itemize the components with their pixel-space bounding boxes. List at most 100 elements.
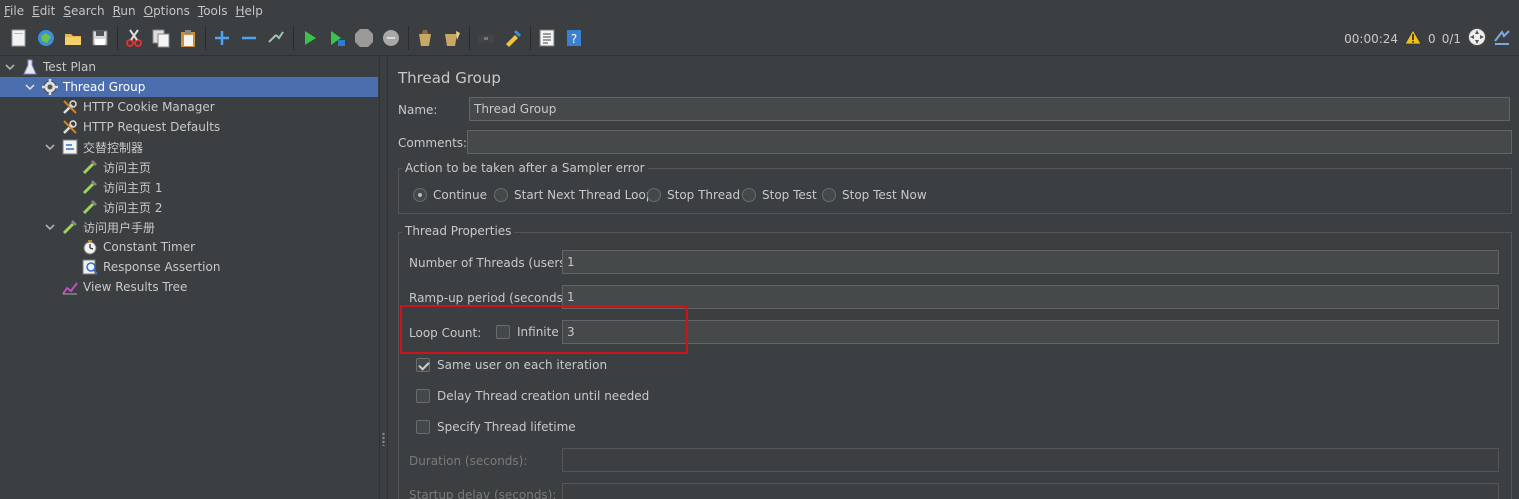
start-icon[interactable] [299, 27, 321, 49]
thread-properties-label: Thread Properties [402, 224, 515, 238]
tree-item-label: 访问主页 2 [103, 200, 163, 215]
clear-all-icon[interactable] [441, 27, 463, 49]
start-no-pause-icon[interactable] [326, 27, 348, 49]
radio-indicator[interactable] [647, 188, 661, 202]
rampup-field[interactable]: 1 [562, 285, 1499, 309]
remote-icon[interactable] [1467, 27, 1487, 50]
duration-field [562, 448, 1499, 472]
tree-item-thread-group[interactable]: Thread Group [0, 77, 378, 97]
menu-search[interactable]: Search [63, 4, 104, 18]
checkbox-indicator[interactable] [416, 358, 430, 372]
tree-item-visit-user-manual[interactable]: 访问用户手册 [44, 217, 155, 237]
warning-icon[interactable] [1404, 29, 1422, 48]
tree-item-label: Constant Timer [103, 240, 196, 254]
tree-item-label: View Results Tree [83, 280, 188, 294]
clear-icon[interactable] [414, 27, 436, 49]
pipette-icon [82, 179, 98, 195]
radio-indicator[interactable] [742, 188, 756, 202]
menu-tools[interactable]: Tools [198, 4, 228, 18]
comments-field[interactable] [467, 130, 1512, 154]
chart-icon [62, 279, 78, 295]
radio-stop-test-now[interactable]: Stop Test Now [822, 188, 927, 202]
status-area: 00:00:24 0 0/1 [1344, 21, 1511, 56]
tree-item-interleave-controller[interactable]: 交替控制器 [44, 137, 143, 157]
chevron-down-icon[interactable] [24, 81, 36, 93]
menu-file[interactable]: File [4, 4, 24, 18]
log-icon[interactable] [1493, 28, 1511, 49]
save-icon[interactable] [89, 27, 111, 49]
toolbar-separator [117, 26, 118, 50]
radio-start-next-thread-loop[interactable]: Start Next Thread Loop [494, 188, 653, 202]
radio-stop-test[interactable]: Stop Test [742, 188, 817, 202]
tree-item-label: Thread Group [63, 80, 146, 94]
pane-splitter[interactable] [379, 56, 388, 499]
collapse-icon[interactable] [238, 27, 260, 49]
tree-item-label: 访问主页 1 [103, 180, 163, 195]
action-group-label: Action to be taken after a Sampler error [402, 161, 648, 175]
checkbox-indicator[interactable] [416, 420, 430, 434]
loop-count-field[interactable]: 3 [562, 320, 1499, 344]
toggle-icon[interactable] [265, 27, 287, 49]
startup-delay-label: Startup delay (seconds): [409, 488, 557, 499]
annotation-highlight-box [400, 305, 688, 354]
copy-icon[interactable] [150, 27, 172, 49]
controller-icon [62, 139, 78, 155]
checkbox-label: Same user on each iteration [437, 358, 608, 372]
splitter-grip-icon[interactable] [382, 432, 385, 446]
threads-field[interactable]: 1 [562, 250, 1499, 274]
chevron-down-icon[interactable] [4, 61, 16, 73]
tree-item-http-request-defaults[interactable]: HTTP Request Defaults [62, 117, 220, 137]
gear-icon [42, 79, 58, 95]
tree-item-view-results-tree[interactable]: View Results Tree [62, 277, 187, 297]
rampup-label: Ramp-up period (seconds): [409, 291, 572, 305]
open-icon[interactable] [62, 27, 84, 49]
duration-label: Duration (seconds): [409, 454, 528, 468]
tree-item-http-cookie-manager[interactable]: HTTP Cookie Manager [62, 97, 215, 117]
toolbar-separator [469, 26, 470, 50]
radio-continue[interactable]: Continue [413, 188, 487, 202]
tree-item-visit-home[interactable]: 访问主页 [82, 157, 151, 177]
function-helper-icon[interactable] [536, 27, 558, 49]
search-icon[interactable] [475, 27, 497, 49]
radio-stop-thread[interactable]: Stop Thread [647, 188, 740, 202]
radio-label: Stop Thread [667, 188, 741, 202]
menu-help[interactable]: Help [236, 4, 263, 18]
radio-label: Stop Test Now [842, 188, 927, 202]
paste-icon[interactable] [177, 27, 199, 49]
tree-item-label: HTTP Cookie Manager [83, 100, 215, 114]
expand-icon[interactable] [211, 27, 233, 49]
stop-icon[interactable] [353, 27, 375, 49]
same-user-checkbox[interactable]: Same user on each iteration [416, 358, 607, 372]
toolbar: ? 00:00:24 0 0/1 [0, 21, 1519, 56]
reset-search-icon[interactable] [502, 27, 524, 49]
radio-indicator[interactable] [494, 188, 508, 202]
templates-icon[interactable] [35, 27, 57, 49]
wrench-icon [62, 99, 78, 115]
comments-label: Comments: [398, 136, 468, 150]
radio-indicator[interactable] [822, 188, 836, 202]
radio-indicator[interactable] [413, 188, 427, 202]
tree-item-label: 交替控制器 [83, 140, 144, 155]
pipette-icon [62, 219, 78, 235]
radio-label: Start Next Thread Loop [514, 188, 654, 202]
delay-thread-checkbox[interactable]: Delay Thread creation until needed [416, 389, 649, 403]
checkbox-indicator[interactable] [416, 389, 430, 403]
menu-options[interactable]: Options [144, 4, 190, 18]
tree-item-visit-home-1[interactable]: 访问主页 1 [82, 177, 162, 197]
thread-lifetime-checkbox[interactable]: Specify Thread lifetime [416, 420, 576, 434]
tree-item-response-assertion[interactable]: Response Assertion [82, 257, 220, 277]
shutdown-icon[interactable] [380, 27, 402, 49]
menu-run[interactable]: Run [113, 4, 136, 18]
toolbar-separator [530, 26, 531, 50]
cut-icon[interactable] [123, 27, 145, 49]
tree-item-visit-home-2[interactable]: 访问主页 2 [82, 197, 162, 217]
tree-item-test-plan[interactable]: Test Plan [4, 57, 96, 77]
tree-item-constant-timer[interactable]: Constant Timer [82, 237, 195, 257]
new-icon[interactable] [8, 27, 30, 49]
toolbar-separator [205, 26, 206, 50]
chevron-down-icon[interactable] [44, 141, 56, 153]
chevron-down-icon[interactable] [44, 221, 56, 233]
menu-edit[interactable]: Edit [32, 4, 55, 18]
name-field[interactable]: Thread Group [469, 97, 1510, 121]
help-icon[interactable]: ? [563, 27, 585, 49]
